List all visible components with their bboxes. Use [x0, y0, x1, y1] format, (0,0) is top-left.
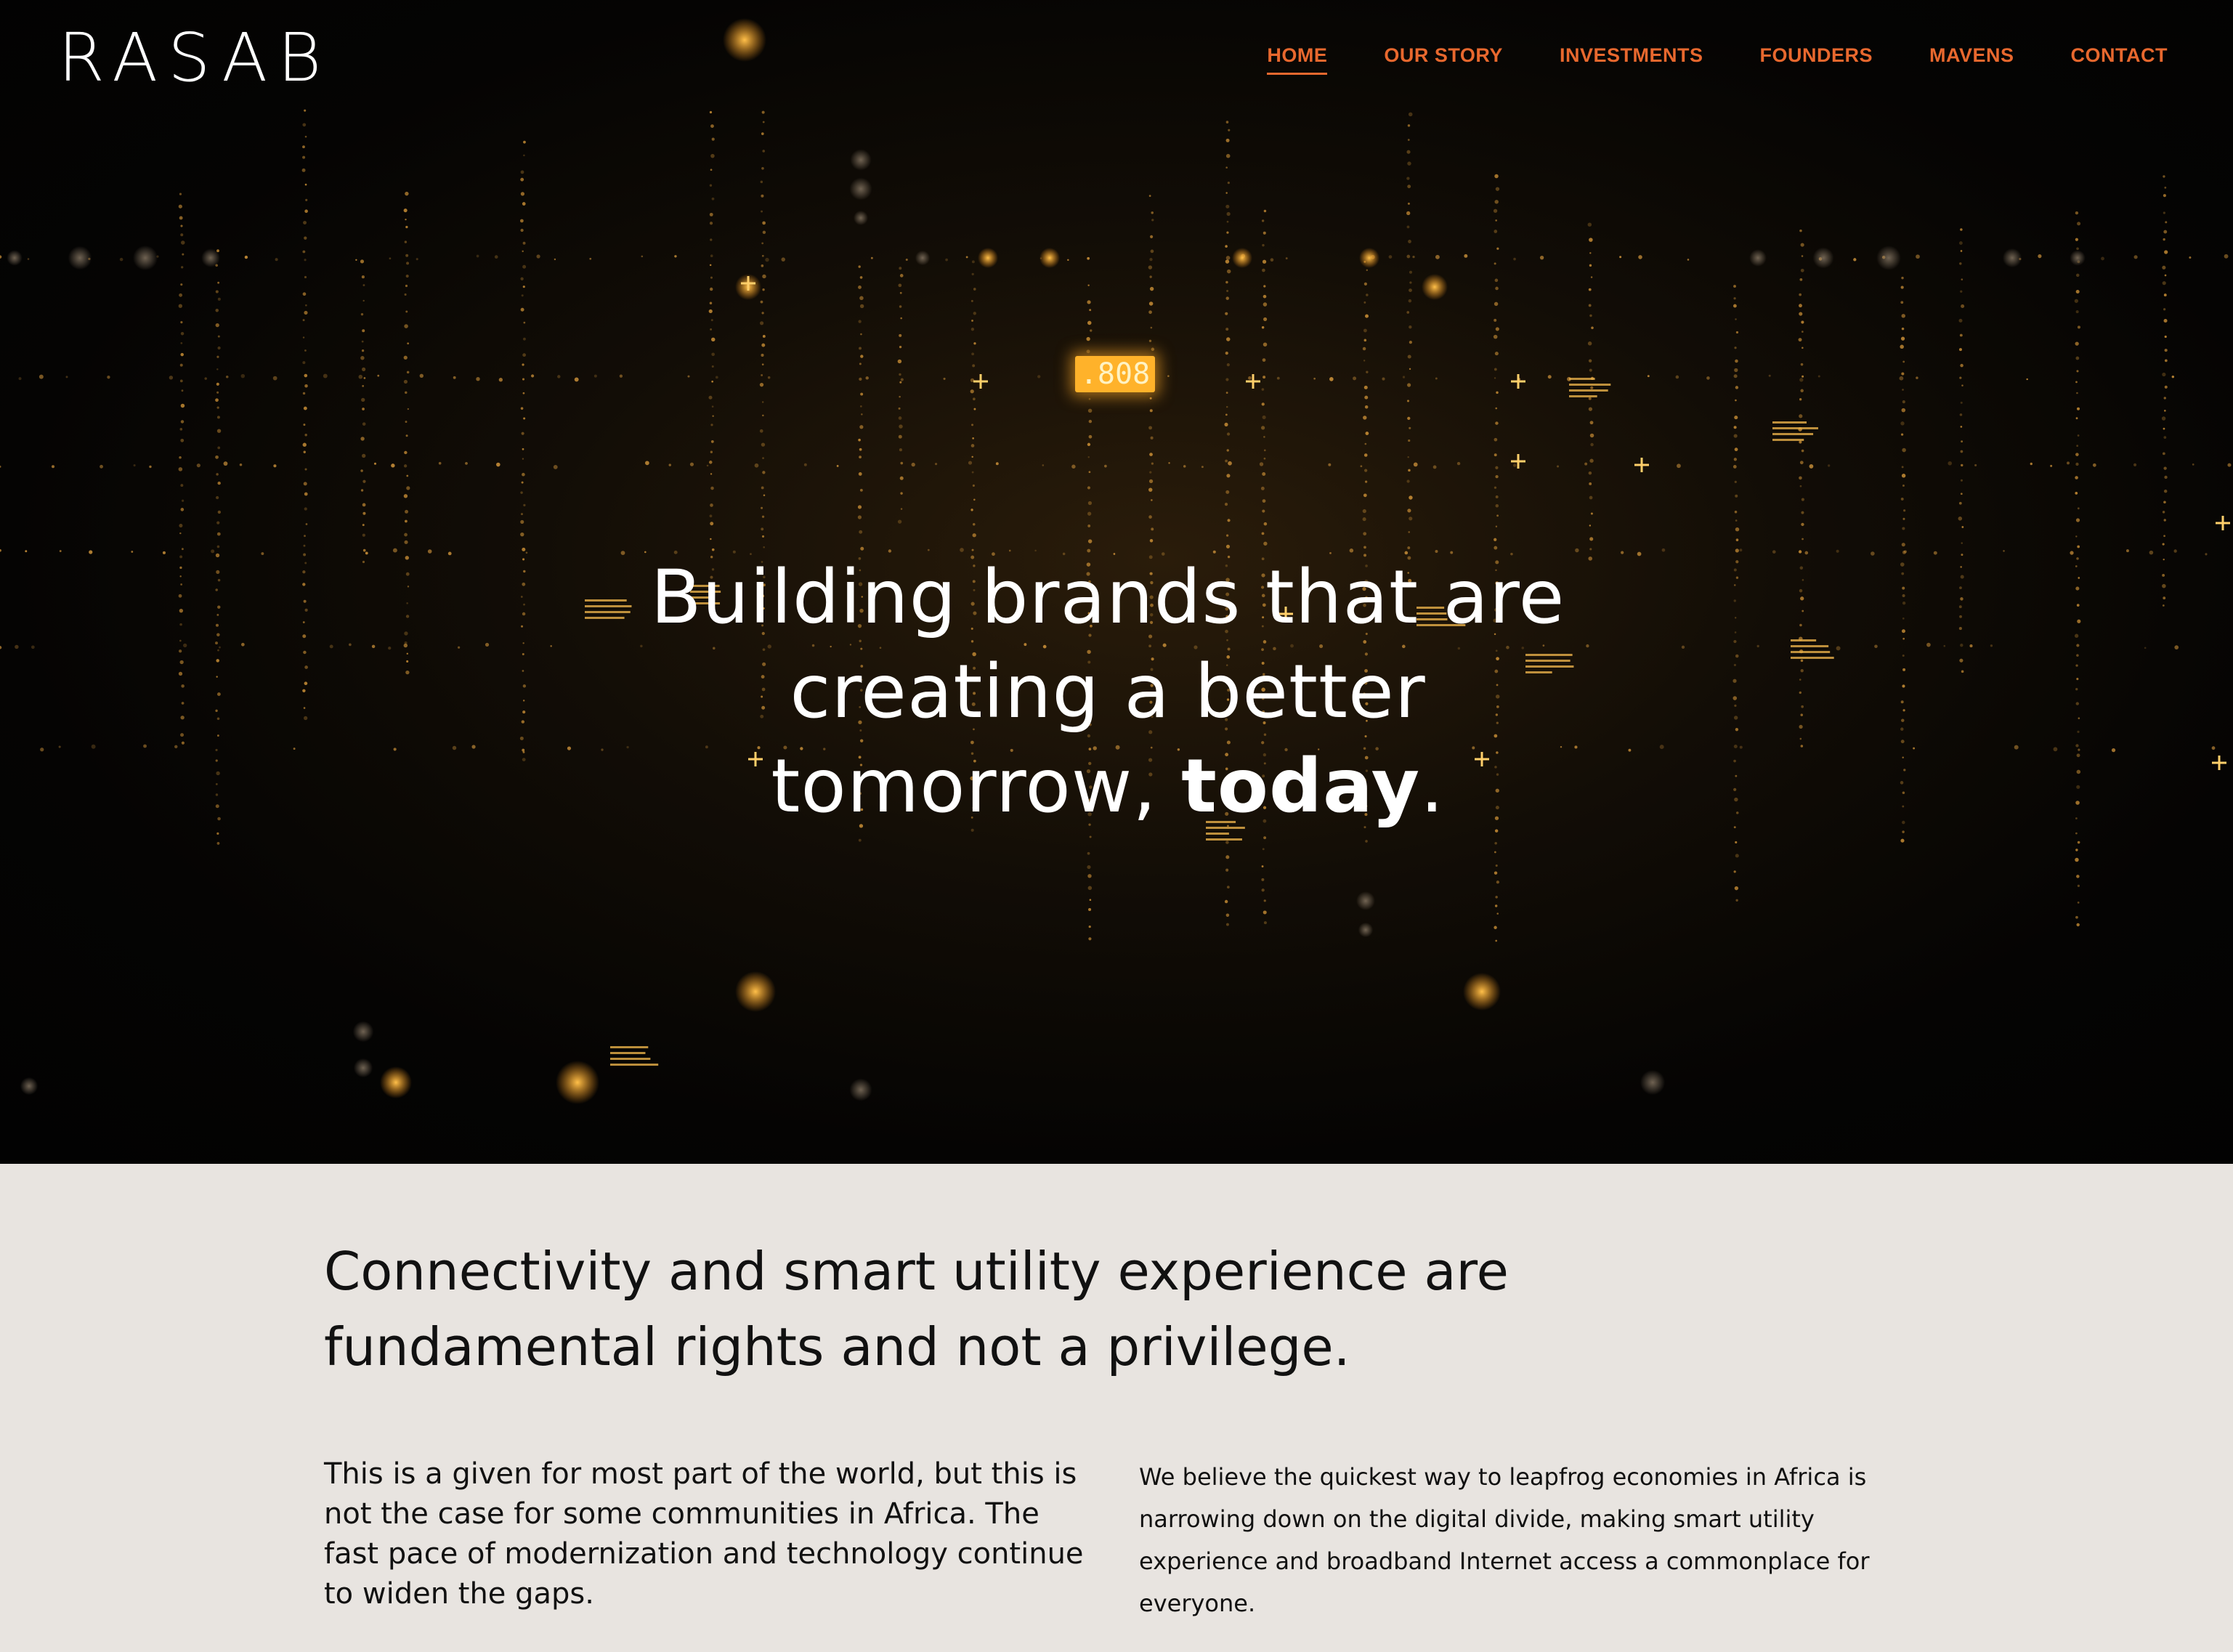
hero-line-1: Building brands that are [650, 554, 1565, 641]
hero-line-2: creating a better [790, 649, 1426, 736]
main-nav: HOME OUR STORY INVESTMENTS FOUNDERS MAVE… [1210, 41, 2168, 75]
hero-line-3-prefix: tomorrow, [771, 743, 1182, 830]
rasab-logo[interactable]: RASAB [58, 22, 331, 94]
hero-counter-display: .808 [1075, 356, 1155, 392]
nav-mavens[interactable]: MAVENS [1929, 41, 2014, 75]
hero-headline: Building brands that are creating a bett… [0, 551, 2216, 834]
nav-home[interactable]: HOME [1267, 41, 1328, 75]
hero-section: RASAB HOME OUR STORY INVESTMENTS FOUNDER… [0, 0, 2233, 1164]
mission-left-paragraph: This is a given for most part of the wor… [324, 1457, 1084, 1611]
hero-line-3-bold: today [1181, 743, 1421, 830]
mission-right-paragraph: We believe the quickest way to leapfrog … [1139, 1463, 1870, 1617]
nav-investments[interactable]: INVESTMENTS [1560, 41, 1703, 75]
nav-founders[interactable]: FOUNDERS [1759, 41, 1873, 75]
nav-our-story[interactable]: OUR STORY [1384, 41, 1503, 75]
mission-section: Connectivity and smart utility experienc… [0, 1164, 2233, 1652]
nav-contact[interactable]: CONTACT [2071, 41, 2168, 75]
hero-line-3-suffix: . [1420, 743, 1445, 830]
mission-heading: Connectivity and smart utility experienc… [324, 1241, 1509, 1377]
